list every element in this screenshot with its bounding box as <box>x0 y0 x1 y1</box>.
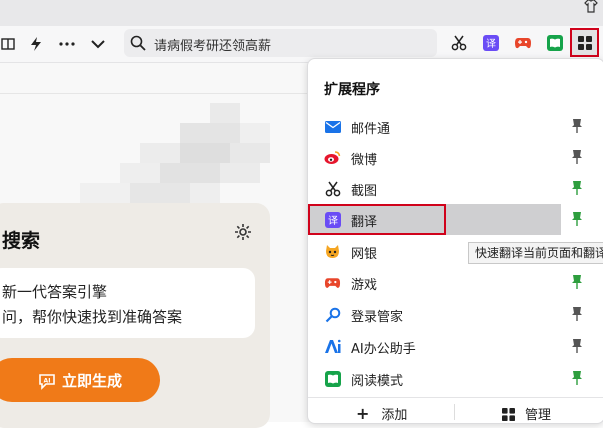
weibo-icon <box>324 149 341 166</box>
pin-icon[interactable] <box>570 118 584 134</box>
svg-text:译: 译 <box>328 215 338 227</box>
pin-icon[interactable] <box>570 274 584 290</box>
translate-icon[interactable]: 译 <box>482 34 500 52</box>
svg-text:AI: AI <box>44 378 51 385</box>
translate-icon: 译 <box>324 211 341 228</box>
extension-item-ai-assistant[interactable]: AI办公助手 <box>308 331 603 362</box>
extension-label: 游戏 <box>351 278 378 293</box>
gamepad-icon[interactable] <box>514 34 532 52</box>
gamepad-icon <box>324 274 341 291</box>
book-icon <box>324 370 341 387</box>
generate-button[interactable]: AI 立即生成 <box>0 358 160 402</box>
grid-icon <box>502 408 515 421</box>
extension-item-weibo[interactable]: 微博 <box>308 142 603 173</box>
extension-item-login-manager[interactable]: 登录管家 <box>308 299 603 330</box>
add-label: 添加 <box>381 408 408 423</box>
search-omnibox[interactable]: 请病假考研还领高薪 <box>124 29 437 57</box>
key-icon <box>324 306 341 323</box>
more-icon[interactable] <box>55 32 79 56</box>
ai-icon <box>324 338 341 355</box>
description-line-1: 新一代答案引擎 <box>2 283 108 301</box>
extension-label: 网银 <box>351 247 378 262</box>
pin-icon[interactable] <box>570 306 584 322</box>
tooltip: 快速翻译当前页面和翻译文 <box>468 242 603 264</box>
ai-chat-icon: AI <box>39 374 55 390</box>
card-title: 搜索 <box>2 230 41 252</box>
extension-item-games[interactable]: 游戏 <box>308 267 603 298</box>
extension-label: 登录管家 <box>351 310 404 325</box>
scissors-icon <box>324 180 341 197</box>
generate-button-label: 立即生成 <box>62 372 123 390</box>
svg-text:译: 译 <box>486 38 496 50</box>
extensions-menu-button[interactable] <box>570 28 599 57</box>
mail-icon <box>324 118 341 135</box>
extension-label: 截图 <box>351 184 378 199</box>
extension-label: 邮件通 <box>351 122 391 137</box>
extension-item-translate[interactable]: 译 翻译 <box>308 204 561 235</box>
pin-icon[interactable] <box>570 338 584 354</box>
description-box: 新一代答案引擎 问，帮你快速找到准确答案 <box>0 268 255 338</box>
book-icon[interactable] <box>546 34 564 52</box>
gear-icon[interactable] <box>234 223 252 241</box>
pin-icon[interactable] <box>570 149 584 165</box>
grid-icon <box>577 35 592 50</box>
extension-label: 微博 <box>351 153 378 168</box>
scissors-icon[interactable] <box>450 34 468 52</box>
reader-icon[interactable] <box>0 32 20 56</box>
shirt-icon[interactable] <box>583 0 599 14</box>
extensions-panel: 扩展程序 邮件通 微博 截图 译 翻译 网银 游戏 登录管家 AI办公助手 阅读… <box>307 58 603 424</box>
pin-icon[interactable] <box>570 211 584 227</box>
omnibox-text: 请病假考研还领高薪 <box>154 39 272 54</box>
search-icon <box>130 35 146 51</box>
manage-label: 管理 <box>525 408 552 423</box>
extension-label: 阅读模式 <box>351 374 404 389</box>
extension-label: 翻译 <box>351 215 378 230</box>
extension-item-reader-mode[interactable]: 阅读模式 <box>308 363 603 394</box>
manage-extensions-button[interactable]: 管理 <box>502 404 551 423</box>
pin-icon[interactable] <box>570 180 584 196</box>
bank-icon <box>324 243 341 260</box>
panel-footer: + 添加 管理 <box>308 397 603 424</box>
description-line-2: 问，帮你快速找到准确答案 <box>2 308 183 326</box>
add-extension-button[interactable]: + 添加 <box>356 404 407 423</box>
lightning-icon[interactable] <box>24 32 48 56</box>
pin-icon[interactable] <box>570 370 584 386</box>
title-bar <box>0 0 603 26</box>
extension-item-screenshot[interactable]: 截图 <box>308 173 603 204</box>
divider <box>0 93 310 94</box>
extension-item-mail[interactable]: 邮件通 <box>308 111 603 142</box>
chevron-down-icon[interactable] <box>86 32 110 56</box>
divider <box>454 404 455 420</box>
panel-title: 扩展程序 <box>324 82 380 98</box>
plus-icon: + <box>356 404 370 423</box>
extension-label: AI办公助手 <box>351 342 416 357</box>
